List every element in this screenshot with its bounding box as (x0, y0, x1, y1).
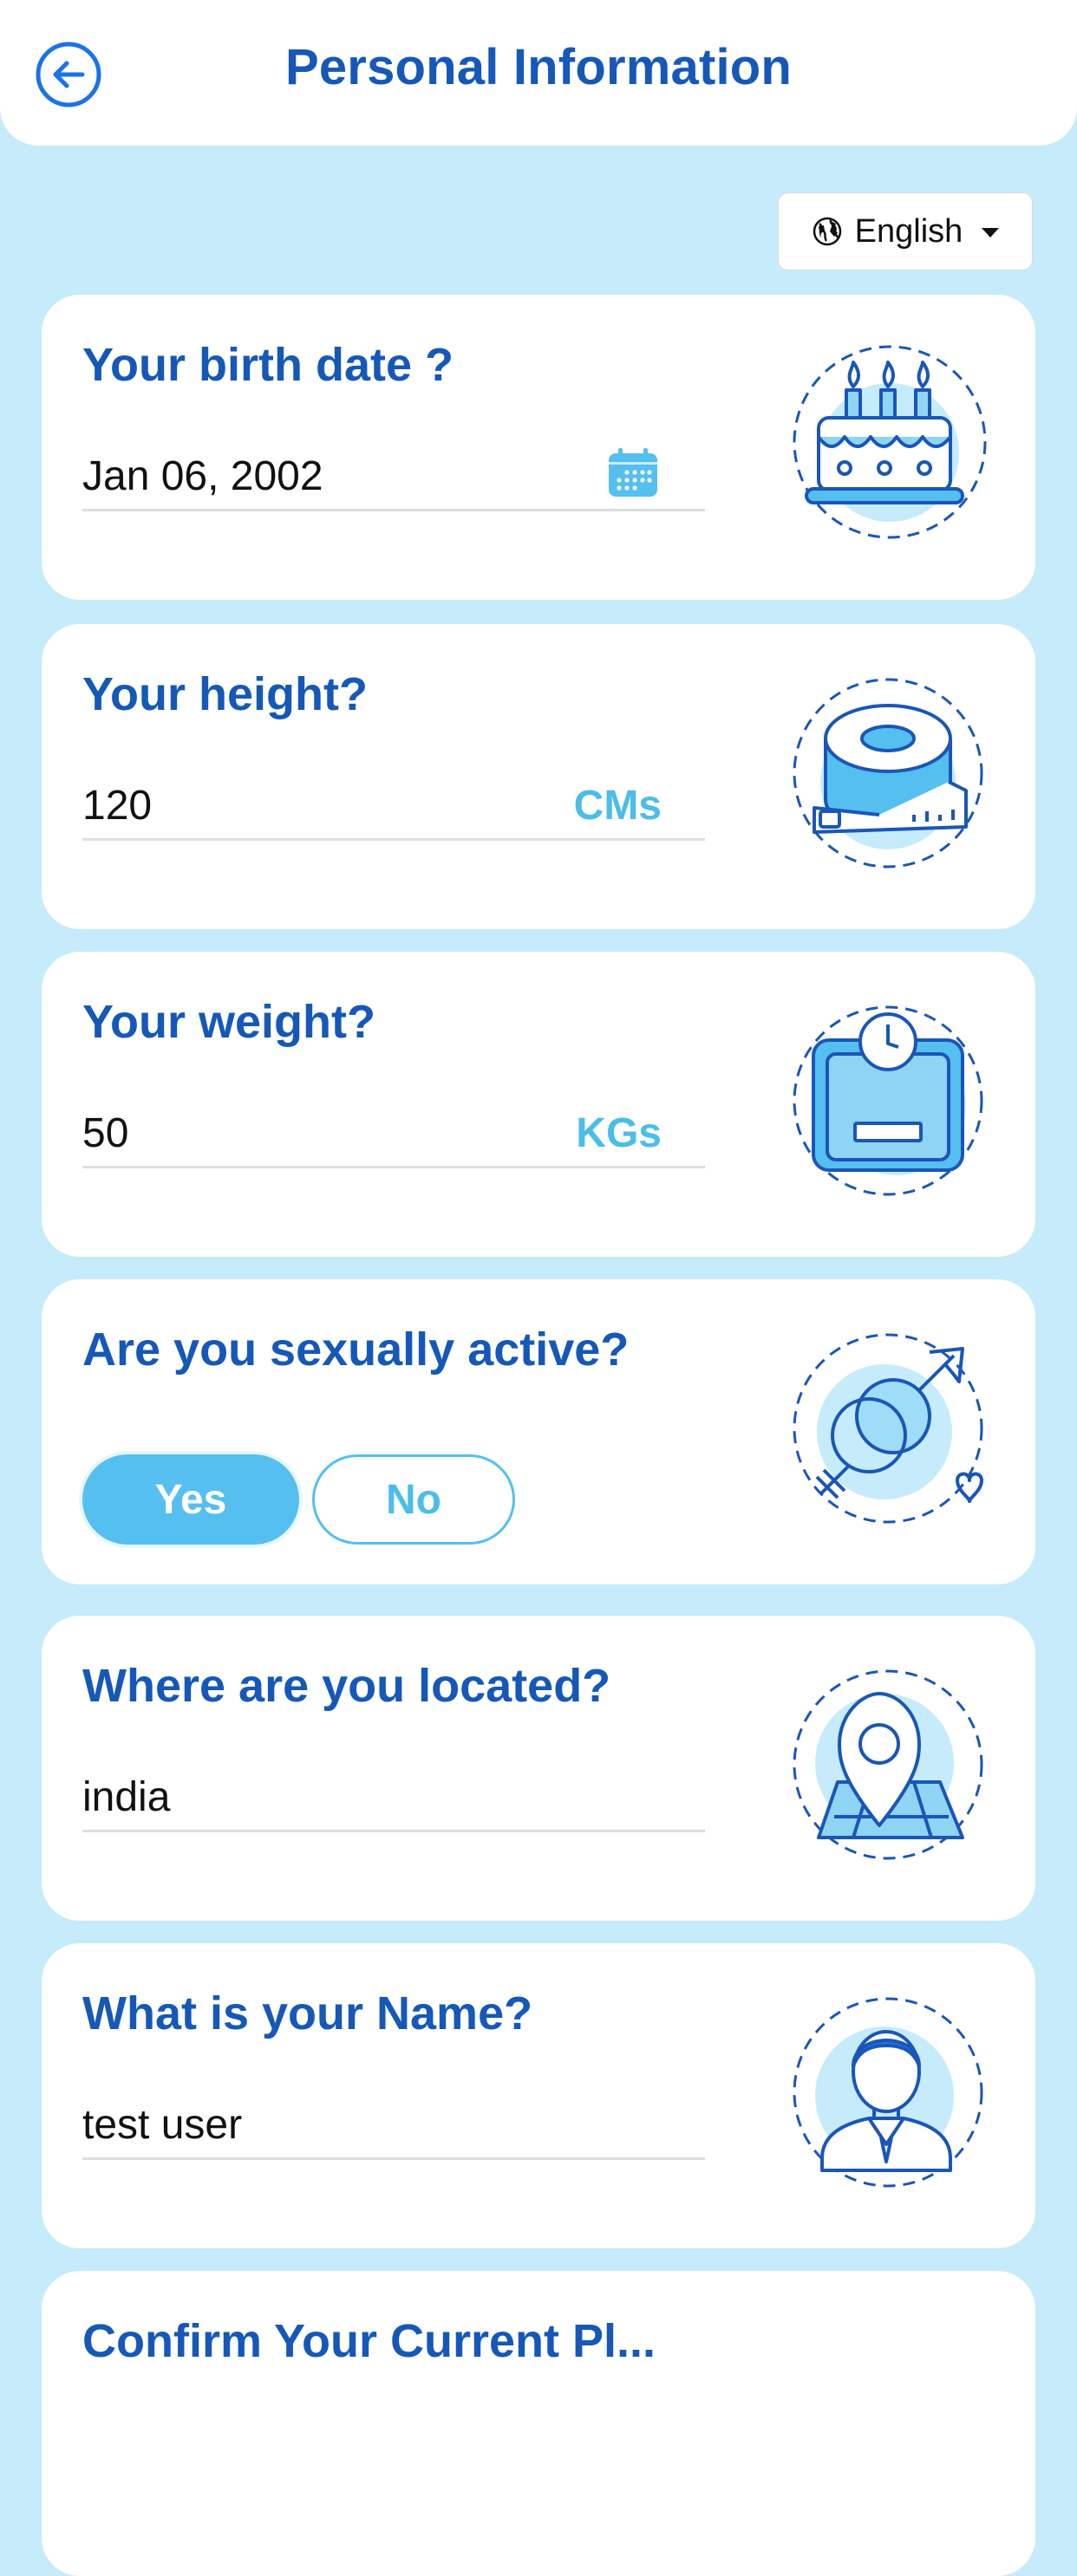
name-card: What is your Name? test user (42, 1943, 1035, 2248)
height-field[interactable]: 120 CMs (82, 773, 705, 841)
name-question: What is your Name? (82, 1987, 533, 2039)
height-value: 120 (82, 783, 153, 829)
weight-field[interactable]: 50 KGs (82, 1101, 705, 1168)
current-place-question: Confirm Your Current Pl... (82, 2315, 656, 2367)
birth-date-question: Your birth date ? (82, 339, 454, 391)
language-label: English (854, 212, 963, 250)
sexual-activity-question: Are you sexually active? (82, 1324, 630, 1376)
current-place-card: Confirm Your Current Pl... (42, 2271, 1035, 2576)
birth-date-value: Jan 06, 2002 (82, 453, 323, 499)
yes-button[interactable]: Yes (82, 1454, 299, 1545)
page-title: Personal Information (284, 39, 793, 95)
globe-icon (813, 217, 841, 246)
user-avatar-icon (793, 1997, 983, 2188)
caret-down-icon (982, 227, 1000, 237)
location-field[interactable]: india (82, 1765, 705, 1832)
sexual-activity-card: Are you sexually active? Yes No (42, 1279, 1035, 1584)
weight-question: Your weight? (82, 996, 375, 1048)
birth-date-card: Your birth date ? Jan 06, 2002 (42, 295, 1035, 600)
no-button[interactable]: No (312, 1454, 515, 1545)
weight-value: 50 (82, 1110, 129, 1156)
weight-unit: KGs (576, 1110, 662, 1156)
name-value: test user (82, 2102, 243, 2148)
height-card: Your height? 120 CMs (42, 624, 1035, 929)
location-card: Where are you located? india (42, 1616, 1035, 1921)
height-unit: CMs (573, 783, 662, 829)
location-question: Where are you located? (82, 1660, 611, 1712)
measuring-tape-icon (793, 678, 983, 868)
weight-scale-icon (793, 1005, 983, 1196)
header-bar: Personal Information (0, 0, 1077, 146)
weight-card: Your weight? 50 KGs (42, 952, 1035, 1257)
location-value: india (82, 1774, 171, 1820)
gender-symbols-icon (793, 1333, 983, 1524)
birth-date-field[interactable]: Jan 06, 2002 (82, 444, 705, 511)
map-pin-icon (793, 1669, 983, 1860)
calendar-icon[interactable] (606, 446, 660, 499)
name-field[interactable]: test user (82, 2092, 705, 2160)
height-question: Your height? (82, 668, 368, 720)
birthday-cake-icon (793, 345, 987, 539)
language-dropdown[interactable]: English (778, 192, 1033, 270)
